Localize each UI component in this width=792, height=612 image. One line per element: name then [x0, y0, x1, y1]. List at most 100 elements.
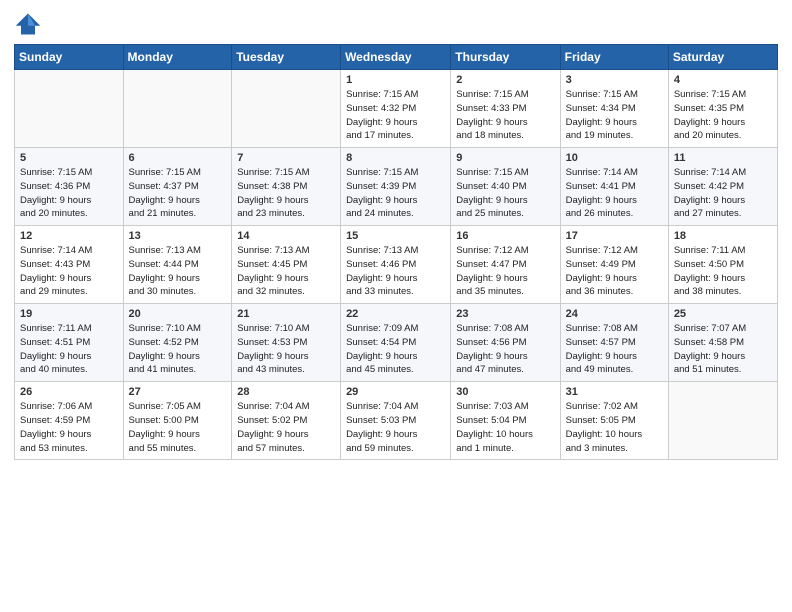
day-number: 4 — [674, 74, 772, 86]
calendar-cell: 17Sunrise: 7:12 AM Sunset: 4:49 PM Dayli… — [560, 226, 668, 304]
day-info: Sunrise: 7:15 AM Sunset: 4:34 PM Dayligh… — [566, 88, 663, 143]
calendar-week-4: 19 Sunrise: 7:11 AM Sunset: 4:51 PM Dayli… — [15, 304, 778, 382]
calendar-cell: 25Sunrise: 7:07 AM Sunset: 4:58 PM Dayli… — [668, 304, 777, 382]
day-number: 21 — [237, 308, 335, 320]
calendar-cell: 26 Sunrise: 7:06 AM Sunset: 4:59 PM Dayli… — [15, 382, 124, 460]
day-number: 14 — [237, 230, 335, 242]
day-info: Sunrise: 7:15 AM Sunset: 4:38 PM Dayligh… — [237, 166, 335, 221]
day-number: 13 — [129, 230, 227, 242]
calendar-week-3: 12 Sunrise: 7:14 AM Sunset: 4:43 PM Dayli… — [15, 226, 778, 304]
day-info: Sunrise: 7:10 AM Sunset: 4:52 PM Dayligh… — [129, 322, 227, 377]
weekday-row: SundayMondayTuesdayWednesdayThursdayFrid… — [15, 45, 778, 70]
calendar-cell: 19 Sunrise: 7:11 AM Sunset: 4:51 PM Dayli… — [15, 304, 124, 382]
calendar-cell: 12 Sunrise: 7:14 AM Sunset: 4:43 PM Dayli… — [15, 226, 124, 304]
day-number: 12 — [20, 230, 118, 242]
day-number: 17 — [566, 230, 663, 242]
day-number: 9 — [456, 152, 554, 164]
calendar-cell — [123, 70, 232, 148]
day-number: 24 — [566, 308, 663, 320]
calendar-cell: 30 Sunrise: 7:03 AM Sunset: 5:04 PM Dayli… — [451, 382, 560, 460]
day-number: 5 — [20, 152, 118, 164]
weekday-header-monday: Monday — [123, 45, 232, 70]
calendar-cell — [668, 382, 777, 460]
day-info: Sunrise: 7:05 AM Sunset: 5:00 PM Dayligh… — [129, 400, 227, 455]
day-number: 27 — [129, 386, 227, 398]
day-info: Sunrise: 7:13 AM Sunset: 4:46 PM Dayligh… — [346, 244, 445, 299]
calendar-cell: 13 Sunrise: 7:13 AM Sunset: 4:44 PM Dayli… — [123, 226, 232, 304]
day-info: Sunrise: 7:08 AM Sunset: 4:57 PM Dayligh… — [566, 322, 663, 377]
day-number: 28 — [237, 386, 335, 398]
day-info: Sunrise: 7:15 AM Sunset: 4:33 PM Dayligh… — [456, 88, 554, 143]
day-number: 2 — [456, 74, 554, 86]
calendar-cell: 23 Sunrise: 7:08 AM Sunset: 4:56 PM Dayli… — [451, 304, 560, 382]
calendar-cell: 31 Sunrise: 7:02 AM Sunset: 5:05 PM Dayli… — [560, 382, 668, 460]
calendar-cell: 16 Sunrise: 7:12 AM Sunset: 4:47 PM Dayli… — [451, 226, 560, 304]
calendar-cell: 1 Sunrise: 7:15 AM Sunset: 4:32 PM Daylig… — [341, 70, 451, 148]
weekday-header-sunday: Sunday — [15, 45, 124, 70]
day-number: 23 — [456, 308, 554, 320]
day-info: Sunrise: 7:15 AM Sunset: 4:37 PM Dayligh… — [129, 166, 227, 221]
calendar-week-2: 5 Sunrise: 7:15 AM Sunset: 4:36 PM Daylig… — [15, 148, 778, 226]
day-info: Sunrise: 7:15 AM Sunset: 4:40 PM Dayligh… — [456, 166, 554, 221]
day-number: 25 — [674, 308, 772, 320]
calendar-cell: 20 Sunrise: 7:10 AM Sunset: 4:52 PM Dayli… — [123, 304, 232, 382]
day-info: Sunrise: 7:14 AM Sunset: 4:42 PM Dayligh… — [674, 166, 772, 221]
calendar-cell: 9 Sunrise: 7:15 AM Sunset: 4:40 PM Daylig… — [451, 148, 560, 226]
day-info: Sunrise: 7:15 AM Sunset: 4:32 PM Dayligh… — [346, 88, 445, 143]
weekday-header-wednesday: Wednesday — [341, 45, 451, 70]
calendar-table: SundayMondayTuesdayWednesdayThursdayFrid… — [14, 44, 778, 460]
day-info: Sunrise: 7:03 AM Sunset: 5:04 PM Dayligh… — [456, 400, 554, 455]
day-number: 8 — [346, 152, 445, 164]
day-info: Sunrise: 7:14 AM Sunset: 4:43 PM Dayligh… — [20, 244, 118, 299]
calendar-cell: 27 Sunrise: 7:05 AM Sunset: 5:00 PM Dayli… — [123, 382, 232, 460]
calendar-header: SundayMondayTuesdayWednesdayThursdayFrid… — [15, 45, 778, 70]
calendar-cell: 3 Sunrise: 7:15 AM Sunset: 4:34 PM Daylig… — [560, 70, 668, 148]
calendar-cell: 15 Sunrise: 7:13 AM Sunset: 4:46 PM Dayli… — [341, 226, 451, 304]
day-info: Sunrise: 7:02 AM Sunset: 5:05 PM Dayligh… — [566, 400, 663, 455]
calendar-cell: 10Sunrise: 7:14 AM Sunset: 4:41 PM Dayli… — [560, 148, 668, 226]
calendar-cell: 2 Sunrise: 7:15 AM Sunset: 4:33 PM Daylig… — [451, 70, 560, 148]
day-number: 3 — [566, 74, 663, 86]
day-info: Sunrise: 7:10 AM Sunset: 4:53 PM Dayligh… — [237, 322, 335, 377]
calendar-cell: 7Sunrise: 7:15 AM Sunset: 4:38 PM Daylig… — [232, 148, 341, 226]
calendar-cell: 28 Sunrise: 7:04 AM Sunset: 5:02 PM Dayli… — [232, 382, 341, 460]
calendar-cell: 21 Sunrise: 7:10 AM Sunset: 4:53 PM Dayli… — [232, 304, 341, 382]
calendar-week-5: 26 Sunrise: 7:06 AM Sunset: 4:59 PM Dayli… — [15, 382, 778, 460]
calendar-cell: 18Sunrise: 7:11 AM Sunset: 4:50 PM Dayli… — [668, 226, 777, 304]
day-info: Sunrise: 7:12 AM Sunset: 4:47 PM Dayligh… — [456, 244, 554, 299]
calendar-cell: 22Sunrise: 7:09 AM Sunset: 4:54 PM Dayli… — [341, 304, 451, 382]
calendar-cell — [232, 70, 341, 148]
day-number: 15 — [346, 230, 445, 242]
day-info: Sunrise: 7:06 AM Sunset: 4:59 PM Dayligh… — [20, 400, 118, 455]
logo-icon — [14, 10, 42, 38]
day-number: 20 — [129, 308, 227, 320]
logo — [14, 10, 46, 38]
weekday-header-friday: Friday — [560, 45, 668, 70]
day-number: 31 — [566, 386, 663, 398]
day-info: Sunrise: 7:15 AM Sunset: 4:35 PM Dayligh… — [674, 88, 772, 143]
day-number: 6 — [129, 152, 227, 164]
calendar-cell: 29Sunrise: 7:04 AM Sunset: 5:03 PM Dayli… — [341, 382, 451, 460]
day-info: Sunrise: 7:13 AM Sunset: 4:44 PM Dayligh… — [129, 244, 227, 299]
day-number: 22 — [346, 308, 445, 320]
day-number: 10 — [566, 152, 663, 164]
day-info: Sunrise: 7:11 AM Sunset: 4:51 PM Dayligh… — [20, 322, 118, 377]
weekday-header-thursday: Thursday — [451, 45, 560, 70]
day-number: 1 — [346, 74, 445, 86]
weekday-header-tuesday: Tuesday — [232, 45, 341, 70]
calendar-cell: 24 Sunrise: 7:08 AM Sunset: 4:57 PM Dayli… — [560, 304, 668, 382]
day-info: Sunrise: 7:08 AM Sunset: 4:56 PM Dayligh… — [456, 322, 554, 377]
day-number: 19 — [20, 308, 118, 320]
header — [14, 10, 778, 38]
day-number: 26 — [20, 386, 118, 398]
calendar-cell: 11Sunrise: 7:14 AM Sunset: 4:42 PM Dayli… — [668, 148, 777, 226]
day-info: Sunrise: 7:13 AM Sunset: 4:45 PM Dayligh… — [237, 244, 335, 299]
day-number: 16 — [456, 230, 554, 242]
day-number: 30 — [456, 386, 554, 398]
day-info: Sunrise: 7:04 AM Sunset: 5:02 PM Dayligh… — [237, 400, 335, 455]
weekday-header-saturday: Saturday — [668, 45, 777, 70]
calendar-body: 1 Sunrise: 7:15 AM Sunset: 4:32 PM Daylig… — [15, 70, 778, 460]
day-info: Sunrise: 7:04 AM Sunset: 5:03 PM Dayligh… — [346, 400, 445, 455]
day-info: Sunrise: 7:15 AM Sunset: 4:36 PM Dayligh… — [20, 166, 118, 221]
calendar-cell: 6 Sunrise: 7:15 AM Sunset: 4:37 PM Daylig… — [123, 148, 232, 226]
